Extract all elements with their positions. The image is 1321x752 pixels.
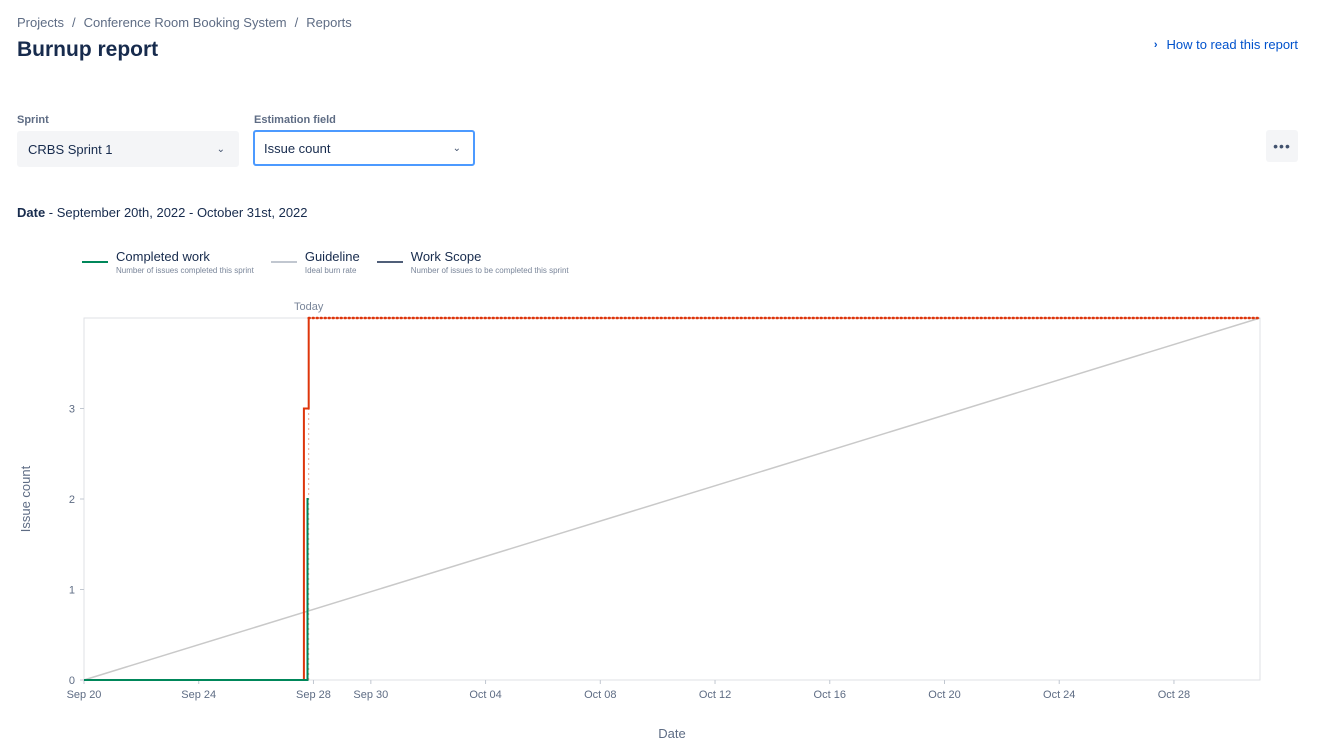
x-tick-label: Oct 24 (1043, 689, 1075, 701)
x-tick-label: Oct 08 (584, 689, 616, 701)
burnup-chart: 0 1 2 3 Sep 20 Sep 24 Sep 28 Sep 30 Oct 04 Oct 08… (18, 301, 1262, 741)
completed-work-series (84, 498, 309, 681)
burnup-report-page: Projects / Conference Room Booking Syste… (0, 0, 1321, 752)
guideline-series (83, 317, 1261, 681)
x-axis-title: Date (658, 726, 685, 741)
y-tick-label: 2 (69, 494, 75, 506)
y-axis-title: Issue count (18, 465, 33, 532)
x-tick-label: Oct 04 (469, 689, 501, 701)
y-tick-label: 1 (69, 585, 75, 597)
x-tick-label: Sep 28 (296, 689, 331, 701)
x-tick-label: Oct 16 (814, 689, 846, 701)
x-tick-label: Oct 28 (1158, 689, 1190, 701)
x-tick-label: Oct 20 (928, 689, 960, 701)
x-tick-label: Sep 30 (353, 689, 388, 701)
y-tick-label: 3 (69, 404, 75, 416)
y-tick-label: 0 (69, 675, 75, 687)
work-scope-series (84, 318, 310, 681)
x-tick-label: Oct 12 (699, 689, 731, 701)
today-label: Today (294, 301, 324, 313)
x-tick-label: Sep 24 (181, 689, 216, 701)
x-tick-label: Sep 20 (67, 689, 102, 701)
